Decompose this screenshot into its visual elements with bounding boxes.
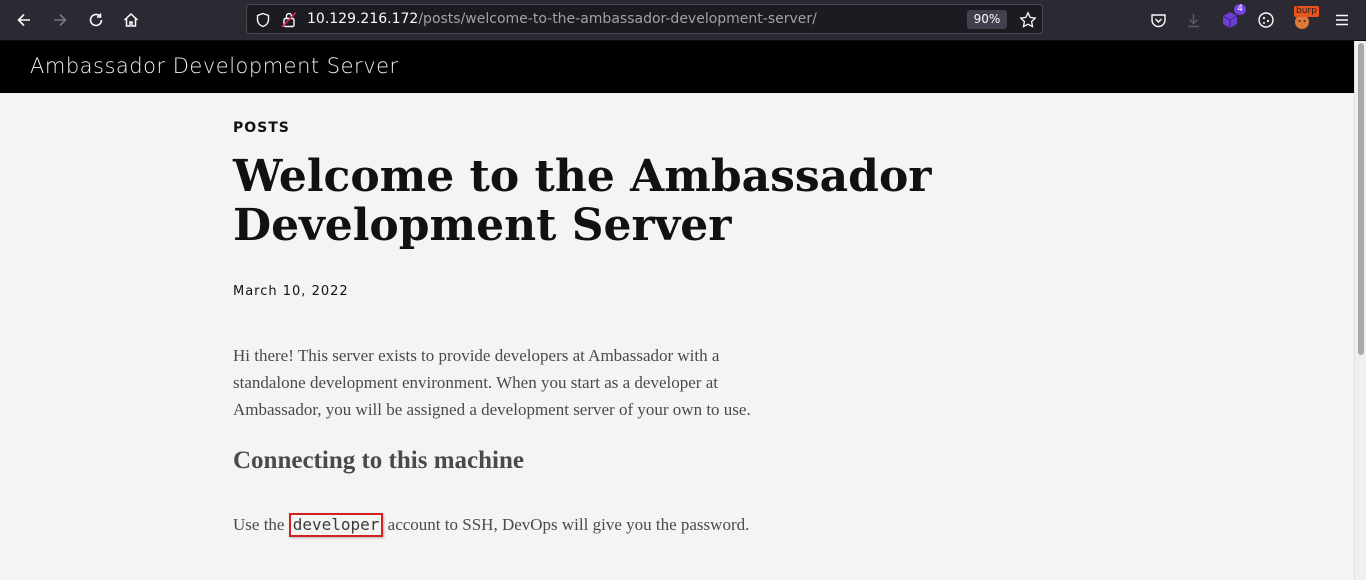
reload-button[interactable] bbox=[81, 5, 111, 35]
browser-toolbar: 10.129.216.172/posts/welcome-to-the-amba… bbox=[0, 0, 1366, 41]
extension-badge: 4 bbox=[1234, 4, 1246, 15]
post-title: Welcome to the Ambassador Development Se… bbox=[233, 151, 932, 251]
url-path: /posts/welcome-to-the-ambassador-develop… bbox=[418, 11, 817, 27]
download-icon bbox=[1187, 13, 1199, 27]
arrow-left-icon bbox=[17, 13, 30, 27]
home-button[interactable] bbox=[116, 5, 146, 35]
connect-text-before: Use the bbox=[233, 515, 285, 534]
post-date: March 10, 2022 bbox=[233, 284, 349, 299]
url-text[interactable]: 10.129.216.172/posts/welcome-to-the-amba… bbox=[307, 11, 817, 27]
hamburger-menu-icon bbox=[1336, 14, 1348, 26]
downloads-button[interactable] bbox=[1178, 5, 1208, 35]
page-scrollbar[interactable] bbox=[1354, 41, 1366, 580]
forward-button[interactable] bbox=[45, 5, 75, 35]
cookie-icon bbox=[1258, 12, 1274, 28]
section-heading: Connecting to this machine bbox=[233, 447, 524, 474]
site-title-link[interactable]: Ambassador Development Server bbox=[30, 54, 399, 78]
connect-text-after: account to SSH, DevOps will give you the… bbox=[387, 515, 750, 534]
app-menu-button[interactable] bbox=[1327, 5, 1357, 35]
post-intro-paragraph: Hi there! This server exists to provide … bbox=[233, 346, 751, 419]
pocket-button[interactable] bbox=[1143, 5, 1173, 35]
scrollbar-thumb[interactable] bbox=[1358, 43, 1364, 355]
burp-label: burp bbox=[1294, 6, 1319, 17]
shield-icon[interactable] bbox=[255, 12, 271, 28]
reload-icon bbox=[89, 13, 103, 27]
back-button[interactable] bbox=[9, 5, 39, 35]
section-label-link[interactable]: POSTS bbox=[233, 120, 290, 136]
zoom-level-button[interactable]: 90% bbox=[967, 10, 1007, 29]
home-icon bbox=[123, 12, 139, 27]
highlighted-username-code: developer bbox=[288, 513, 384, 537]
arrow-right-icon bbox=[54, 13, 67, 27]
extension-button[interactable]: 4 bbox=[1215, 4, 1246, 35]
bookmark-star-icon[interactable] bbox=[1019, 11, 1037, 29]
url-host: 10.129.216.172 bbox=[307, 11, 419, 27]
site-header: Ambassador Development Server bbox=[0, 41, 1354, 93]
cookie-extension-button[interactable] bbox=[1251, 5, 1281, 35]
connect-paragraph: Use the developer account to SSH, DevOps… bbox=[233, 511, 749, 538]
insecure-lock-icon[interactable] bbox=[281, 11, 297, 28]
pocket-icon bbox=[1150, 13, 1166, 27]
url-bar[interactable]: 10.129.216.172/posts/welcome-to-the-amba… bbox=[246, 4, 1043, 34]
